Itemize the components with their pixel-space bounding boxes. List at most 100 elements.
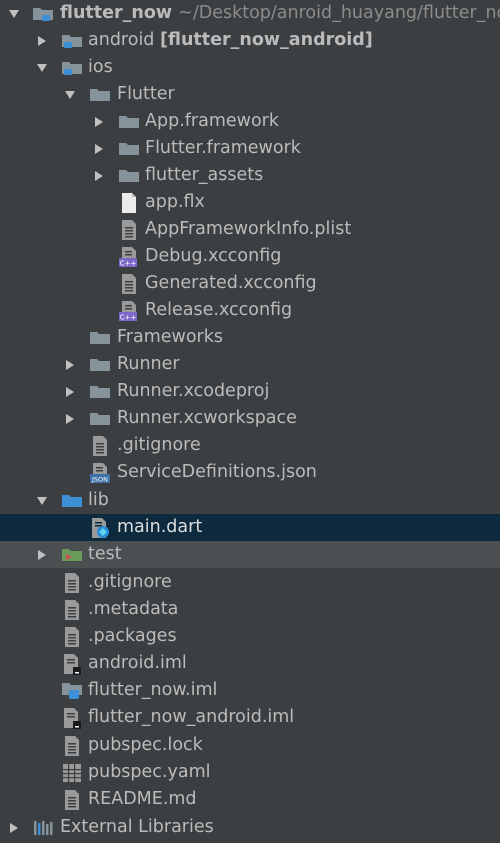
chevron-right-icon[interactable] xyxy=(63,358,77,372)
tree-row-runner-xcworkspace[interactable]: Runner.xcworkspace xyxy=(0,405,500,432)
tree-label: ios xyxy=(88,57,113,77)
tree-row-frameworks[interactable]: Frameworks xyxy=(0,324,500,351)
tree-label: Generated.xcconfig xyxy=(145,273,317,293)
tree-label: pubspec.yaml xyxy=(88,762,211,782)
tree-row-flutter-now-android-iml[interactable]: flutter_now_android.iml xyxy=(0,704,500,731)
text-file-icon xyxy=(89,435,111,457)
svg-text:C++: C++ xyxy=(120,313,137,321)
tree-row-appframeworkinfo[interactable]: AppFrameworkInfo.plist xyxy=(0,216,500,243)
blank-file-icon xyxy=(118,192,140,214)
cpp-file-icon: C++ xyxy=(118,246,140,268)
tree-row-lib[interactable]: lib xyxy=(0,487,500,514)
text-file-icon xyxy=(61,735,83,757)
tree-label: .packages xyxy=(88,626,177,646)
text-file-icon xyxy=(118,219,140,241)
chevron-right-icon[interactable] xyxy=(92,142,106,156)
tree-label: README.md xyxy=(88,789,197,809)
tree-label: Runner.xcworkspace xyxy=(117,408,297,428)
tree-row-external-libraries[interactable]: External Libraries xyxy=(0,814,500,841)
chevron-down-icon[interactable] xyxy=(35,61,49,75)
folder-icon xyxy=(118,138,140,160)
text-file-icon xyxy=(61,626,83,648)
tree-label: Frameworks xyxy=(117,327,223,347)
tree-row-android[interactable]: android [flutter_now_android] xyxy=(0,27,500,54)
tree-row-runner[interactable]: Runner xyxy=(0,351,500,378)
tree-label: flutter_now.iml xyxy=(88,680,218,700)
tree-row-android-iml[interactable]: android.iml xyxy=(0,650,500,677)
tree-label: android [flutter_now_android] xyxy=(88,30,373,50)
folder-icon xyxy=(89,381,111,403)
tree-label: Runner xyxy=(117,354,180,374)
tree-row-test[interactable]: test xyxy=(0,541,500,568)
iml-file-icon xyxy=(61,707,83,729)
tree-label: .gitignore xyxy=(88,572,172,592)
tree-label: flutter_now_android.iml xyxy=(88,707,295,727)
tree-row-flutter[interactable]: Flutter xyxy=(0,81,500,108)
tree-row-pubspec-lock[interactable]: pubspec.lock xyxy=(0,732,500,759)
folder-icon xyxy=(118,165,140,187)
json-file-icon: JSON xyxy=(89,462,111,484)
module-file-icon xyxy=(61,680,83,702)
cpp-file-icon: C++ xyxy=(118,300,140,322)
folder-icon xyxy=(89,354,111,376)
tree-row-service-definitions[interactable]: JSON ServiceDefinitions.json xyxy=(0,459,500,486)
tree-label: flutter_now ~/Desktop/anroid_huayang/flu… xyxy=(60,3,500,23)
tree-label: App.framework xyxy=(145,111,279,131)
chevron-right-icon[interactable] xyxy=(35,548,49,562)
tree-row-main-dart[interactable]: main.dart xyxy=(0,514,500,541)
chevron-down-icon[interactable] xyxy=(35,494,49,508)
project-tree: flutter_now ~/Desktop/anroid_huayang/flu… xyxy=(0,0,500,843)
tree-label: lib xyxy=(88,490,109,510)
tree-row-ios[interactable]: ios xyxy=(0,54,500,81)
chevron-right-icon[interactable] xyxy=(63,385,77,399)
tree-row-flutter-now-iml[interactable]: flutter_now.iml xyxy=(0,677,500,704)
chevron-right-icon[interactable] xyxy=(63,412,77,426)
tree-row-pubspec-yaml[interactable]: pubspec.yaml xyxy=(0,759,500,786)
tree-label: Runner.xcodeproj xyxy=(117,381,270,401)
tree-label: External Libraries xyxy=(60,817,214,837)
text-file-icon xyxy=(61,599,83,621)
text-file-icon xyxy=(61,789,83,811)
chevron-down-icon[interactable] xyxy=(7,7,21,21)
tree-row-flutter-framework[interactable]: Flutter.framework xyxy=(0,135,500,162)
module-folder-icon xyxy=(32,3,54,25)
tree-row-debug-xcconfig[interactable]: C++ Debug.xcconfig xyxy=(0,243,500,270)
tree-label: test xyxy=(88,544,122,564)
chevron-right-icon[interactable] xyxy=(7,821,21,835)
test-folder-icon xyxy=(61,544,83,566)
module-folder-icon xyxy=(61,30,83,52)
chevron-right-icon[interactable] xyxy=(35,34,49,48)
tree-label: android.iml xyxy=(88,653,187,673)
chevron-right-icon[interactable] xyxy=(92,169,106,183)
tree-label: .gitignore xyxy=(117,435,201,455)
tree-row-readme[interactable]: README.md xyxy=(0,786,500,813)
tree-row-root[interactable]: flutter_now ~/Desktop/anroid_huayang/flu… xyxy=(0,0,500,27)
tree-row-runner-xcodeproj[interactable]: Runner.xcodeproj xyxy=(0,378,500,405)
tree-label: Release.xcconfig xyxy=(145,300,293,320)
tree-row-packages[interactable]: .packages xyxy=(0,623,500,650)
tree-row-release-xcconfig[interactable]: C++ Release.xcconfig xyxy=(0,297,500,324)
module-folder-icon xyxy=(61,57,83,79)
tree-row-root-gitignore[interactable]: .gitignore xyxy=(0,569,500,596)
folder-icon xyxy=(118,111,140,133)
chevron-right-icon[interactable] xyxy=(92,115,106,129)
svg-text:JSON: JSON xyxy=(91,475,108,483)
text-file-icon xyxy=(61,572,83,594)
tree-label: main.dart xyxy=(117,517,203,537)
tree-label: flutter_assets xyxy=(145,165,264,185)
text-file-icon xyxy=(118,273,140,295)
tree-row-ios-gitignore[interactable]: .gitignore xyxy=(0,432,500,459)
tree-label: Debug.xcconfig xyxy=(145,246,282,266)
tree-row-app-framework[interactable]: App.framework xyxy=(0,108,500,135)
tree-row-metadata[interactable]: .metadata xyxy=(0,596,500,623)
tree-label: AppFrameworkInfo.plist xyxy=(145,219,352,239)
chevron-down-icon[interactable] xyxy=(63,88,77,102)
folder-icon xyxy=(89,408,111,430)
tree-row-flutter-assets[interactable]: flutter_assets xyxy=(0,162,500,189)
tree-row-generated-xcconfig[interactable]: Generated.xcconfig xyxy=(0,270,500,297)
tree-row-app-flx[interactable]: app.flx xyxy=(0,189,500,216)
folder-icon xyxy=(89,84,111,106)
library-icon xyxy=(32,817,54,839)
grid-file-icon xyxy=(61,762,83,784)
tree-label: pubspec.lock xyxy=(88,735,203,755)
